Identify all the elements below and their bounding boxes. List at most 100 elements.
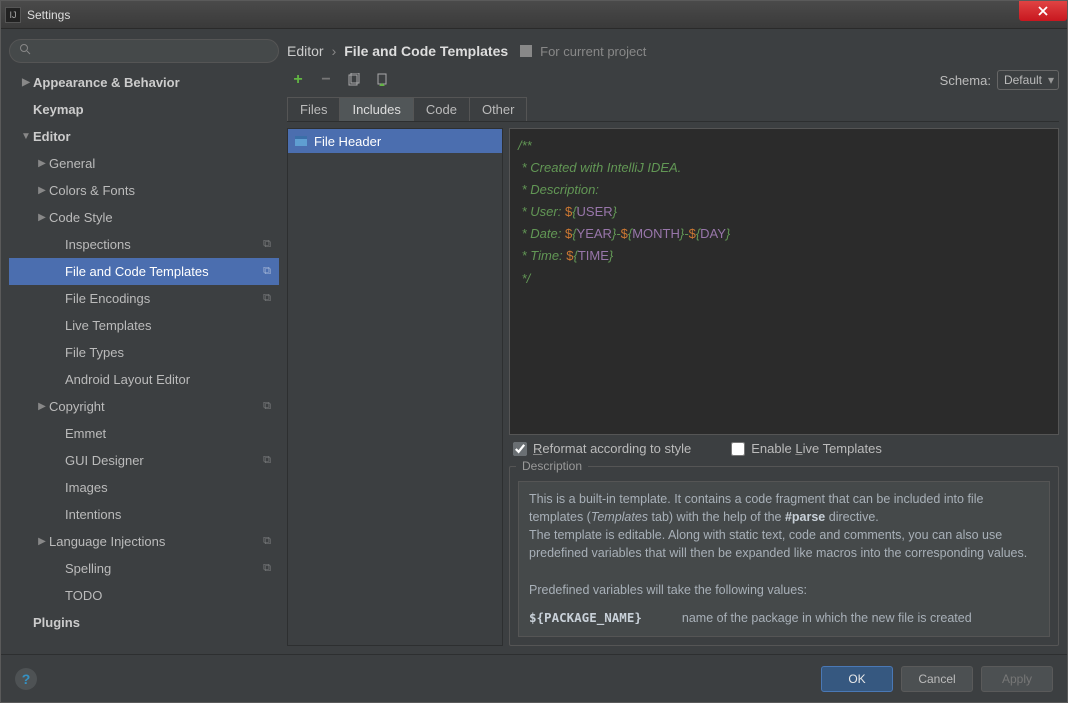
tree-item-spelling[interactable]: Spelling⧉ — [9, 555, 279, 582]
close-button[interactable] — [1019, 1, 1067, 21]
tree-item-code-style[interactable]: ▶Code Style — [9, 204, 279, 231]
description-group: Description This is a built-in template.… — [509, 466, 1059, 646]
tree-item-file-and-code-templates[interactable]: File and Code Templates⧉ — [9, 258, 279, 285]
search-wrap — [9, 37, 279, 69]
toolbar-row: + − Schema: Default — [287, 65, 1059, 95]
tree-item-label: Images — [65, 480, 271, 495]
tree-item-label: Code Style — [49, 210, 271, 225]
description-content[interactable]: This is a built-in template. It contains… — [518, 481, 1050, 637]
variable-desc: name of the package in which the new fil… — [682, 609, 972, 627]
project-scope-icon: ⧉ — [263, 535, 271, 548]
chevron-right-icon: ▶ — [35, 401, 49, 412]
live-templates-checkbox[interactable]: Enable Live Templates — [731, 441, 882, 456]
scope-icon — [520, 45, 532, 57]
tree-item-label: Spelling — [65, 561, 263, 576]
tree-item-label: Live Templates — [65, 318, 271, 333]
copy-button[interactable] — [345, 71, 363, 89]
chevron-right-icon: ▶ — [35, 185, 49, 196]
settings-tree[interactable]: ▶Appearance & BehaviorKeymap▼Editor▶Gene… — [9, 69, 279, 646]
options-row: Reformat according to style Enable Live … — [509, 435, 1059, 462]
tree-item-todo[interactable]: TODO — [9, 582, 279, 609]
tree-item-language-injections[interactable]: ▶Language Injections⧉ — [9, 528, 279, 555]
template-item-file-header[interactable]: File Header — [288, 129, 502, 153]
breadcrumb-part2: File and Code Templates — [344, 43, 508, 59]
tree-item-emmet[interactable]: Emmet — [9, 420, 279, 447]
tree-item-label: Plugins — [33, 615, 271, 630]
tree-item-label: Keymap — [33, 102, 271, 117]
footer: ? OK Cancel Apply — [1, 654, 1067, 702]
chevron-right-icon: ▶ — [35, 536, 49, 547]
reformat-checkbox[interactable]: Reformat according to style — [513, 441, 691, 456]
tree-item-appearance-behavior[interactable]: ▶Appearance & Behavior — [9, 69, 279, 96]
help-button[interactable]: ? — [15, 668, 37, 690]
tree-item-colors-fonts[interactable]: ▶Colors & Fonts — [9, 177, 279, 204]
project-scope-icon: ⧉ — [263, 562, 271, 575]
tree-item-intentions[interactable]: Intentions — [9, 501, 279, 528]
schema-label: Schema: — [940, 73, 991, 88]
tree-item-label: Colors & Fonts — [49, 183, 271, 198]
remove-button[interactable]: − — [317, 71, 335, 89]
chevron-right-icon: ▶ — [35, 158, 49, 169]
apply-button[interactable]: Apply — [981, 666, 1053, 692]
tree-item-label: Language Injections — [49, 534, 263, 549]
schema-dropdown[interactable]: Default — [997, 70, 1059, 90]
variable-row: ${PACKAGE_NAME} name of the package in w… — [529, 609, 1039, 627]
main-panel: Editor › File and Code Templates For cur… — [287, 37, 1059, 646]
file-header-icon — [294, 134, 308, 148]
template-tabs: FilesIncludesCodeOther — [287, 97, 1059, 122]
tree-item-label: Emmet — [65, 426, 271, 441]
tree-item-file-types[interactable]: File Types — [9, 339, 279, 366]
tree-item-inspections[interactable]: Inspections⧉ — [9, 231, 279, 258]
tree-item-gui-designer[interactable]: GUI Designer⧉ — [9, 447, 279, 474]
code-editor[interactable]: /** * Created with IntelliJ IDEA. * Desc… — [509, 128, 1059, 435]
tree-item-label: Copyright — [49, 399, 263, 414]
app-icon: IJ — [5, 7, 21, 23]
breadcrumb-sep: › — [332, 43, 337, 59]
tree-item-label: Appearance & Behavior — [33, 75, 271, 90]
tree-item-file-encodings[interactable]: File Encodings⧉ — [9, 285, 279, 312]
scope-label: For current project — [540, 44, 646, 59]
content-area: ▶Appearance & BehaviorKeymap▼Editor▶Gene… — [1, 29, 1067, 654]
window-title: Settings — [27, 8, 70, 22]
tree-item-plugins[interactable]: Plugins — [9, 609, 279, 636]
tree-item-label: Android Layout Editor — [65, 372, 271, 387]
tab-code[interactable]: Code — [413, 97, 470, 121]
project-scope-icon: ⧉ — [263, 292, 271, 305]
tree-item-label: File Encodings — [65, 291, 263, 306]
tree-item-label: GUI Designer — [65, 453, 263, 468]
sidebar: ▶Appearance & BehaviorKeymap▼Editor▶Gene… — [9, 37, 279, 646]
tree-item-android-layout-editor[interactable]: Android Layout Editor — [9, 366, 279, 393]
tree-item-images[interactable]: Images — [9, 474, 279, 501]
chevron-right-icon: ▶ — [19, 77, 33, 88]
template-item-label: File Header — [314, 134, 381, 149]
tab-includes[interactable]: Includes — [339, 97, 413, 121]
panel-body: File Header /** * Created with IntelliJ … — [287, 128, 1059, 646]
tree-item-keymap[interactable]: Keymap — [9, 96, 279, 123]
tab-other[interactable]: Other — [469, 97, 528, 121]
template-list[interactable]: File Header — [287, 128, 503, 646]
tree-item-general[interactable]: ▶General — [9, 150, 279, 177]
tree-item-label: Intentions — [65, 507, 271, 522]
add-button[interactable]: + — [289, 71, 307, 89]
tree-item-label: Editor — [33, 129, 271, 144]
breadcrumb: Editor › File and Code Templates For cur… — [287, 37, 1059, 65]
chevron-down-icon: ▼ — [19, 131, 33, 142]
tree-item-label: File Types — [65, 345, 271, 360]
tab-files[interactable]: Files — [287, 97, 340, 121]
tree-item-copyright[interactable]: ▶Copyright⧉ — [9, 393, 279, 420]
description-legend: Description — [516, 459, 588, 473]
close-icon — [1037, 5, 1049, 17]
refresh-button[interactable] — [373, 71, 391, 89]
variable-name: ${PACKAGE_NAME} — [529, 609, 642, 627]
tree-item-live-templates[interactable]: Live Templates — [9, 312, 279, 339]
tree-item-label: General — [49, 156, 271, 171]
ok-button[interactable]: OK — [821, 666, 893, 692]
tree-item-editor[interactable]: ▼Editor — [9, 123, 279, 150]
schema-selector: Schema: Default — [940, 70, 1059, 90]
cancel-button[interactable]: Cancel — [901, 666, 973, 692]
footer-buttons: OK Cancel Apply — [821, 666, 1053, 692]
project-scope-icon: ⧉ — [263, 265, 271, 278]
search-input[interactable] — [9, 39, 279, 63]
tree-item-label: TODO — [65, 588, 271, 603]
project-scope-icon: ⧉ — [263, 238, 271, 251]
